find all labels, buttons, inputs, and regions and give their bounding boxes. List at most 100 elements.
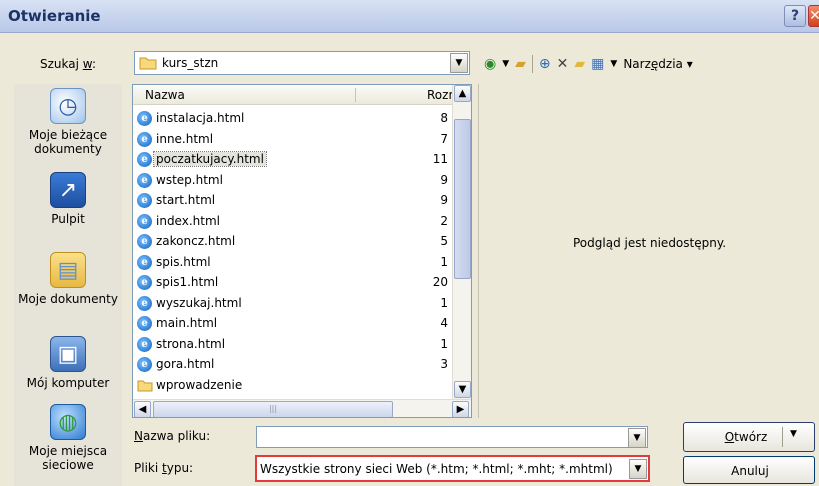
- open-options-dropdown-icon[interactable]: ▼: [790, 429, 797, 439]
- file-size: 1: [440, 295, 448, 310]
- html-file-icon: e: [137, 275, 152, 290]
- scroll-left-icon[interactable]: ◀: [134, 401, 151, 417]
- file-name: main.html: [156, 316, 218, 330]
- look-in-combo[interactable]: kurs_stzn ▼: [134, 51, 470, 75]
- filetype-combo[interactable]: Wszystkie strony sieci Web (*.htm; *.htm…: [255, 455, 650, 482]
- place-network[interactable]: ◍ Moje miejsca sieciowe: [14, 404, 122, 472]
- place-label: Moje bieżące dokumenty: [28, 128, 108, 156]
- views-icon[interactable]: ▦: [591, 56, 604, 72]
- file-row[interactable]: e spis1.html 20: [133, 273, 452, 294]
- file-row[interactable]: e zakoncz.html 5: [133, 232, 452, 253]
- html-file-icon: e: [137, 336, 152, 352]
- file-size: 3: [440, 357, 448, 371]
- file-size: 9: [440, 193, 448, 207]
- my-computer-icon: ▣: [50, 336, 86, 372]
- file-size: 11: [432, 152, 448, 166]
- open-button[interactable]: Otwórz ▼: [683, 422, 815, 452]
- filetype-value: Wszystkie strony sieci Web (*.htm; *.htm…: [260, 462, 613, 476]
- cancel-button-label: Anuluj: [731, 464, 769, 478]
- file-name: wstep.html: [156, 172, 223, 187]
- scroll-right-icon[interactable]: ▶: [452, 401, 469, 417]
- preview-pane: Podgląd jest niedostępny.: [478, 84, 819, 418]
- place-my-computer[interactable]: ▣ Mój komputer: [14, 336, 122, 390]
- file-size: 5: [440, 234, 448, 248]
- file-name: wyszukaj.html: [156, 295, 242, 310]
- back-dropdown-icon[interactable]: ▼: [502, 56, 509, 72]
- file-size: 9: [440, 172, 448, 187]
- filetype-dropdown-icon[interactable]: ▼: [629, 459, 647, 479]
- file-name: start.html: [156, 193, 216, 207]
- scroll-down-icon[interactable]: ▼: [454, 381, 471, 398]
- network-places-icon: ◍: [50, 404, 86, 440]
- filename-dropdown-icon[interactable]: ▼: [628, 428, 646, 448]
- file-size: 7: [440, 131, 448, 146]
- file-size: 1: [440, 336, 448, 351]
- place-label: Moje miejsca sieciowe: [28, 444, 108, 472]
- file-row[interactable]: e index.html 2: [133, 212, 452, 233]
- title-bar[interactable]: Otwieranie ? ✕: [0, 0, 819, 33]
- up-folder-icon[interactable]: ▰: [515, 56, 526, 72]
- place-label: Moje dokumenty: [18, 292, 118, 306]
- file-name: index.html: [156, 213, 220, 228]
- desktop-icon: ↗: [50, 172, 86, 208]
- file-name: wprowadzenie: [156, 377, 243, 392]
- html-file-icon: e: [137, 111, 152, 126]
- html-file-icon: e: [137, 234, 152, 249]
- my-documents-icon: ▤: [50, 252, 86, 288]
- file-row[interactable]: e strona.html 1: [133, 335, 452, 356]
- vertical-scroll-thumb[interactable]: [454, 119, 471, 279]
- file-name: strona.html: [156, 336, 226, 351]
- file-row[interactable]: e inne.html 7: [133, 130, 452, 151]
- tools-menu[interactable]: Narzędzia ▾: [623, 57, 692, 71]
- delete-icon[interactable]: ✕: [557, 56, 569, 72]
- html-file-icon: e: [137, 316, 152, 331]
- file-name: zakoncz.html: [156, 234, 236, 248]
- views-dropdown-icon[interactable]: ▼: [610, 56, 617, 72]
- file-size: 2: [440, 213, 448, 228]
- html-file-icon: e: [137, 295, 152, 311]
- filetype-label: Pliki typu:: [134, 461, 194, 475]
- column-divider[interactable]: [355, 88, 356, 102]
- toolbar: ◉ ▼ ▰ ⊕ ✕ ▰ ▦ ▼ Narzędzia ▾: [484, 52, 693, 76]
- scroll-up-icon[interactable]: ▲: [454, 85, 471, 102]
- place-label: Pulpit: [51, 212, 85, 226]
- file-row[interactable]: wprowadzenie: [133, 376, 452, 397]
- file-name: spis.html: [156, 254, 211, 269]
- file-list[interactable]: Nazwa Rozm e instalacja.html 8 e inne.html 7 e…: [132, 84, 472, 418]
- filename-label: Nazwa pliku:: [134, 429, 211, 443]
- horizontal-scroll-thumb[interactable]: |||: [153, 401, 393, 417]
- place-my-documents[interactable]: ▤ Moje dokumenty: [14, 252, 122, 306]
- file-name: spis1.html: [156, 275, 219, 289]
- list-header: Nazwa Rozm: [133, 85, 460, 105]
- window-title: Otwieranie: [8, 7, 101, 25]
- file-row[interactable]: e main.html 4: [133, 314, 452, 335]
- file-row[interactable]: e start.html 9: [133, 191, 452, 212]
- new-folder-icon[interactable]: ▰: [574, 56, 585, 72]
- place-desktop[interactable]: ↗ Pulpit: [14, 172, 122, 226]
- places-bar: ◷ Moje bieżące dokumenty ↗ Pulpit ▤ Moje…: [14, 84, 122, 486]
- file-row[interactable]: e poczatkujacy.html 11: [133, 150, 452, 171]
- cancel-button[interactable]: Anuluj: [683, 456, 815, 484]
- file-name: instalacja.html: [156, 111, 245, 125]
- file-row[interactable]: e wstep.html 9: [133, 171, 452, 192]
- filename-field[interactable]: ▼: [256, 426, 648, 448]
- file-row[interactable]: e wyszukaj.html 1: [133, 294, 452, 315]
- html-file-icon: e: [137, 254, 152, 270]
- horizontal-scrollbar[interactable]: ◀ ||| ▶: [133, 399, 471, 417]
- file-row[interactable]: e gora.html 3: [133, 355, 452, 376]
- html-file-icon: e: [137, 131, 152, 147]
- vertical-scrollbar[interactable]: ▲ ▼: [452, 85, 471, 399]
- search-web-icon[interactable]: ⊕: [539, 56, 551, 72]
- file-name: inne.html: [156, 131, 214, 146]
- column-header-name[interactable]: Nazwa: [145, 88, 185, 102]
- place-recent-documents[interactable]: ◷ Moje bieżące dokumenty: [14, 88, 122, 156]
- file-row[interactable]: e spis.html 1: [133, 253, 452, 274]
- back-icon[interactable]: ◉: [484, 56, 496, 72]
- file-name: gora.html: [156, 357, 215, 371]
- file-row[interactable]: e instalacja.html 8: [133, 109, 452, 130]
- close-button[interactable]: ✕: [808, 5, 819, 27]
- help-button[interactable]: ?: [784, 5, 806, 27]
- chevron-down-icon[interactable]: ▼: [450, 53, 468, 73]
- place-label: Mój komputer: [26, 376, 110, 390]
- recent-documents-icon: ◷: [50, 88, 86, 124]
